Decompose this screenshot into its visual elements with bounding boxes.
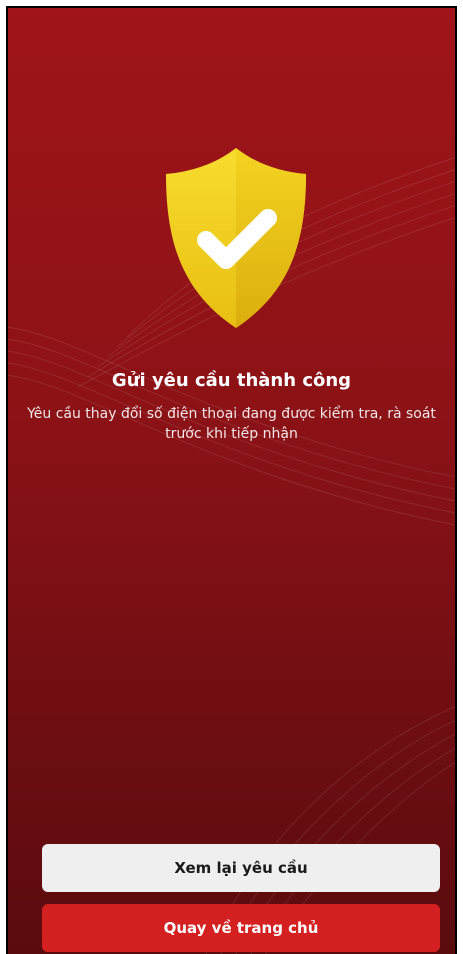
success-screen: Gửi yêu cầu thành công Yêu cầu thay đổi …	[6, 6, 457, 954]
back-to-home-button[interactable]: Quay về trang chủ	[42, 904, 440, 952]
review-request-button[interactable]: Xem lại yêu cầu	[42, 844, 440, 892]
success-title: Gửi yêu cầu thành công	[111, 370, 352, 391]
success-message: Yêu cầu thay đổi số điện thoại đang được…	[27, 406, 436, 442]
shield-check-icon	[160, 142, 312, 332]
